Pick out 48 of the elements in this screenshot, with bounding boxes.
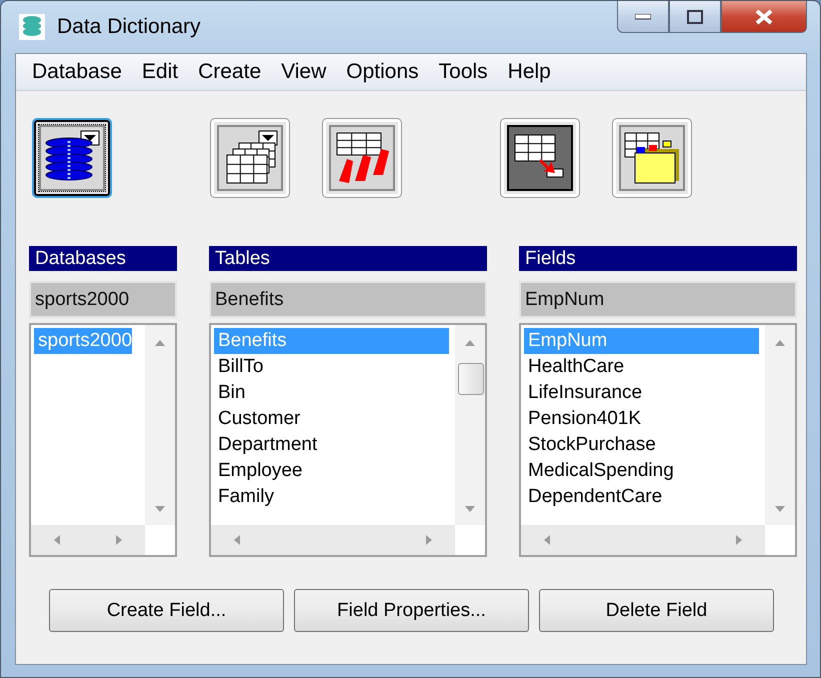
menu-item[interactable]: Help	[498, 60, 561, 84]
menu-item[interactable]: Database	[22, 60, 132, 84]
maximize-button[interactable]	[669, 1, 721, 33]
menu-item[interactable]: Options	[336, 60, 429, 84]
list-item[interactable]: HealthCare	[524, 354, 759, 380]
list-item[interactable]: LifeInsurance	[524, 380, 759, 406]
menu-item[interactable]: View	[271, 60, 336, 84]
close-icon	[755, 8, 773, 24]
horizontal-scrollbar[interactable]	[211, 525, 455, 555]
list-item[interactable]: Customer	[214, 406, 449, 432]
toolbar-button[interactable]	[500, 118, 580, 198]
menu-item[interactable]: Edit	[132, 60, 188, 84]
current-value-field: Benefits	[209, 281, 487, 318]
scroll-thumb[interactable]	[458, 363, 484, 395]
vertical-scrollbar[interactable]	[455, 325, 485, 525]
panel-header: Databases	[29, 246, 177, 271]
list-item[interactable]: Employee	[214, 458, 449, 484]
list-item[interactable]: MedicalSpending	[524, 458, 759, 484]
minimize-icon	[635, 14, 651, 20]
list-item[interactable]: Family	[214, 484, 449, 510]
maximize-icon	[687, 10, 703, 24]
toolbar-button[interactable]	[612, 118, 692, 198]
list-item[interactable]: BillTo	[214, 354, 449, 380]
panel-header: Fields	[519, 246, 797, 271]
menu-item[interactable]: Tools	[428, 60, 498, 84]
window-title: Data Dictionary	[57, 15, 202, 39]
horizontal-scrollbar[interactable]	[31, 525, 145, 555]
list-item[interactable]: Bin	[214, 380, 449, 406]
vertical-scrollbar[interactable]	[145, 325, 175, 525]
minimize-button[interactable]	[617, 1, 669, 33]
toolbar-button[interactable]	[322, 118, 402, 198]
action-button[interactable]: Create Field...	[49, 589, 284, 632]
toolbar-button[interactable]	[32, 118, 112, 198]
action-button[interactable]: Field Properties...	[294, 589, 529, 632]
database-icon	[19, 14, 45, 40]
horizontal-scrollbar[interactable]	[521, 525, 765, 555]
close-button[interactable]	[721, 1, 807, 33]
action-button[interactable]: Delete Field	[539, 589, 774, 632]
panel-header: Tables	[209, 246, 487, 271]
list-item[interactable]: DependentCare	[524, 484, 759, 510]
current-value-field: EmpNum	[519, 281, 797, 318]
vertical-scrollbar[interactable]	[765, 325, 795, 525]
list-item[interactable]: StockPurchase	[524, 432, 759, 458]
list-item[interactable]: Pension401K	[524, 406, 759, 432]
menu-item[interactable]: Create	[188, 60, 272, 84]
current-value-field: sports2000	[29, 281, 177, 318]
list-item[interactable]: Department	[214, 432, 449, 458]
toolbar-button[interactable]	[210, 118, 290, 198]
